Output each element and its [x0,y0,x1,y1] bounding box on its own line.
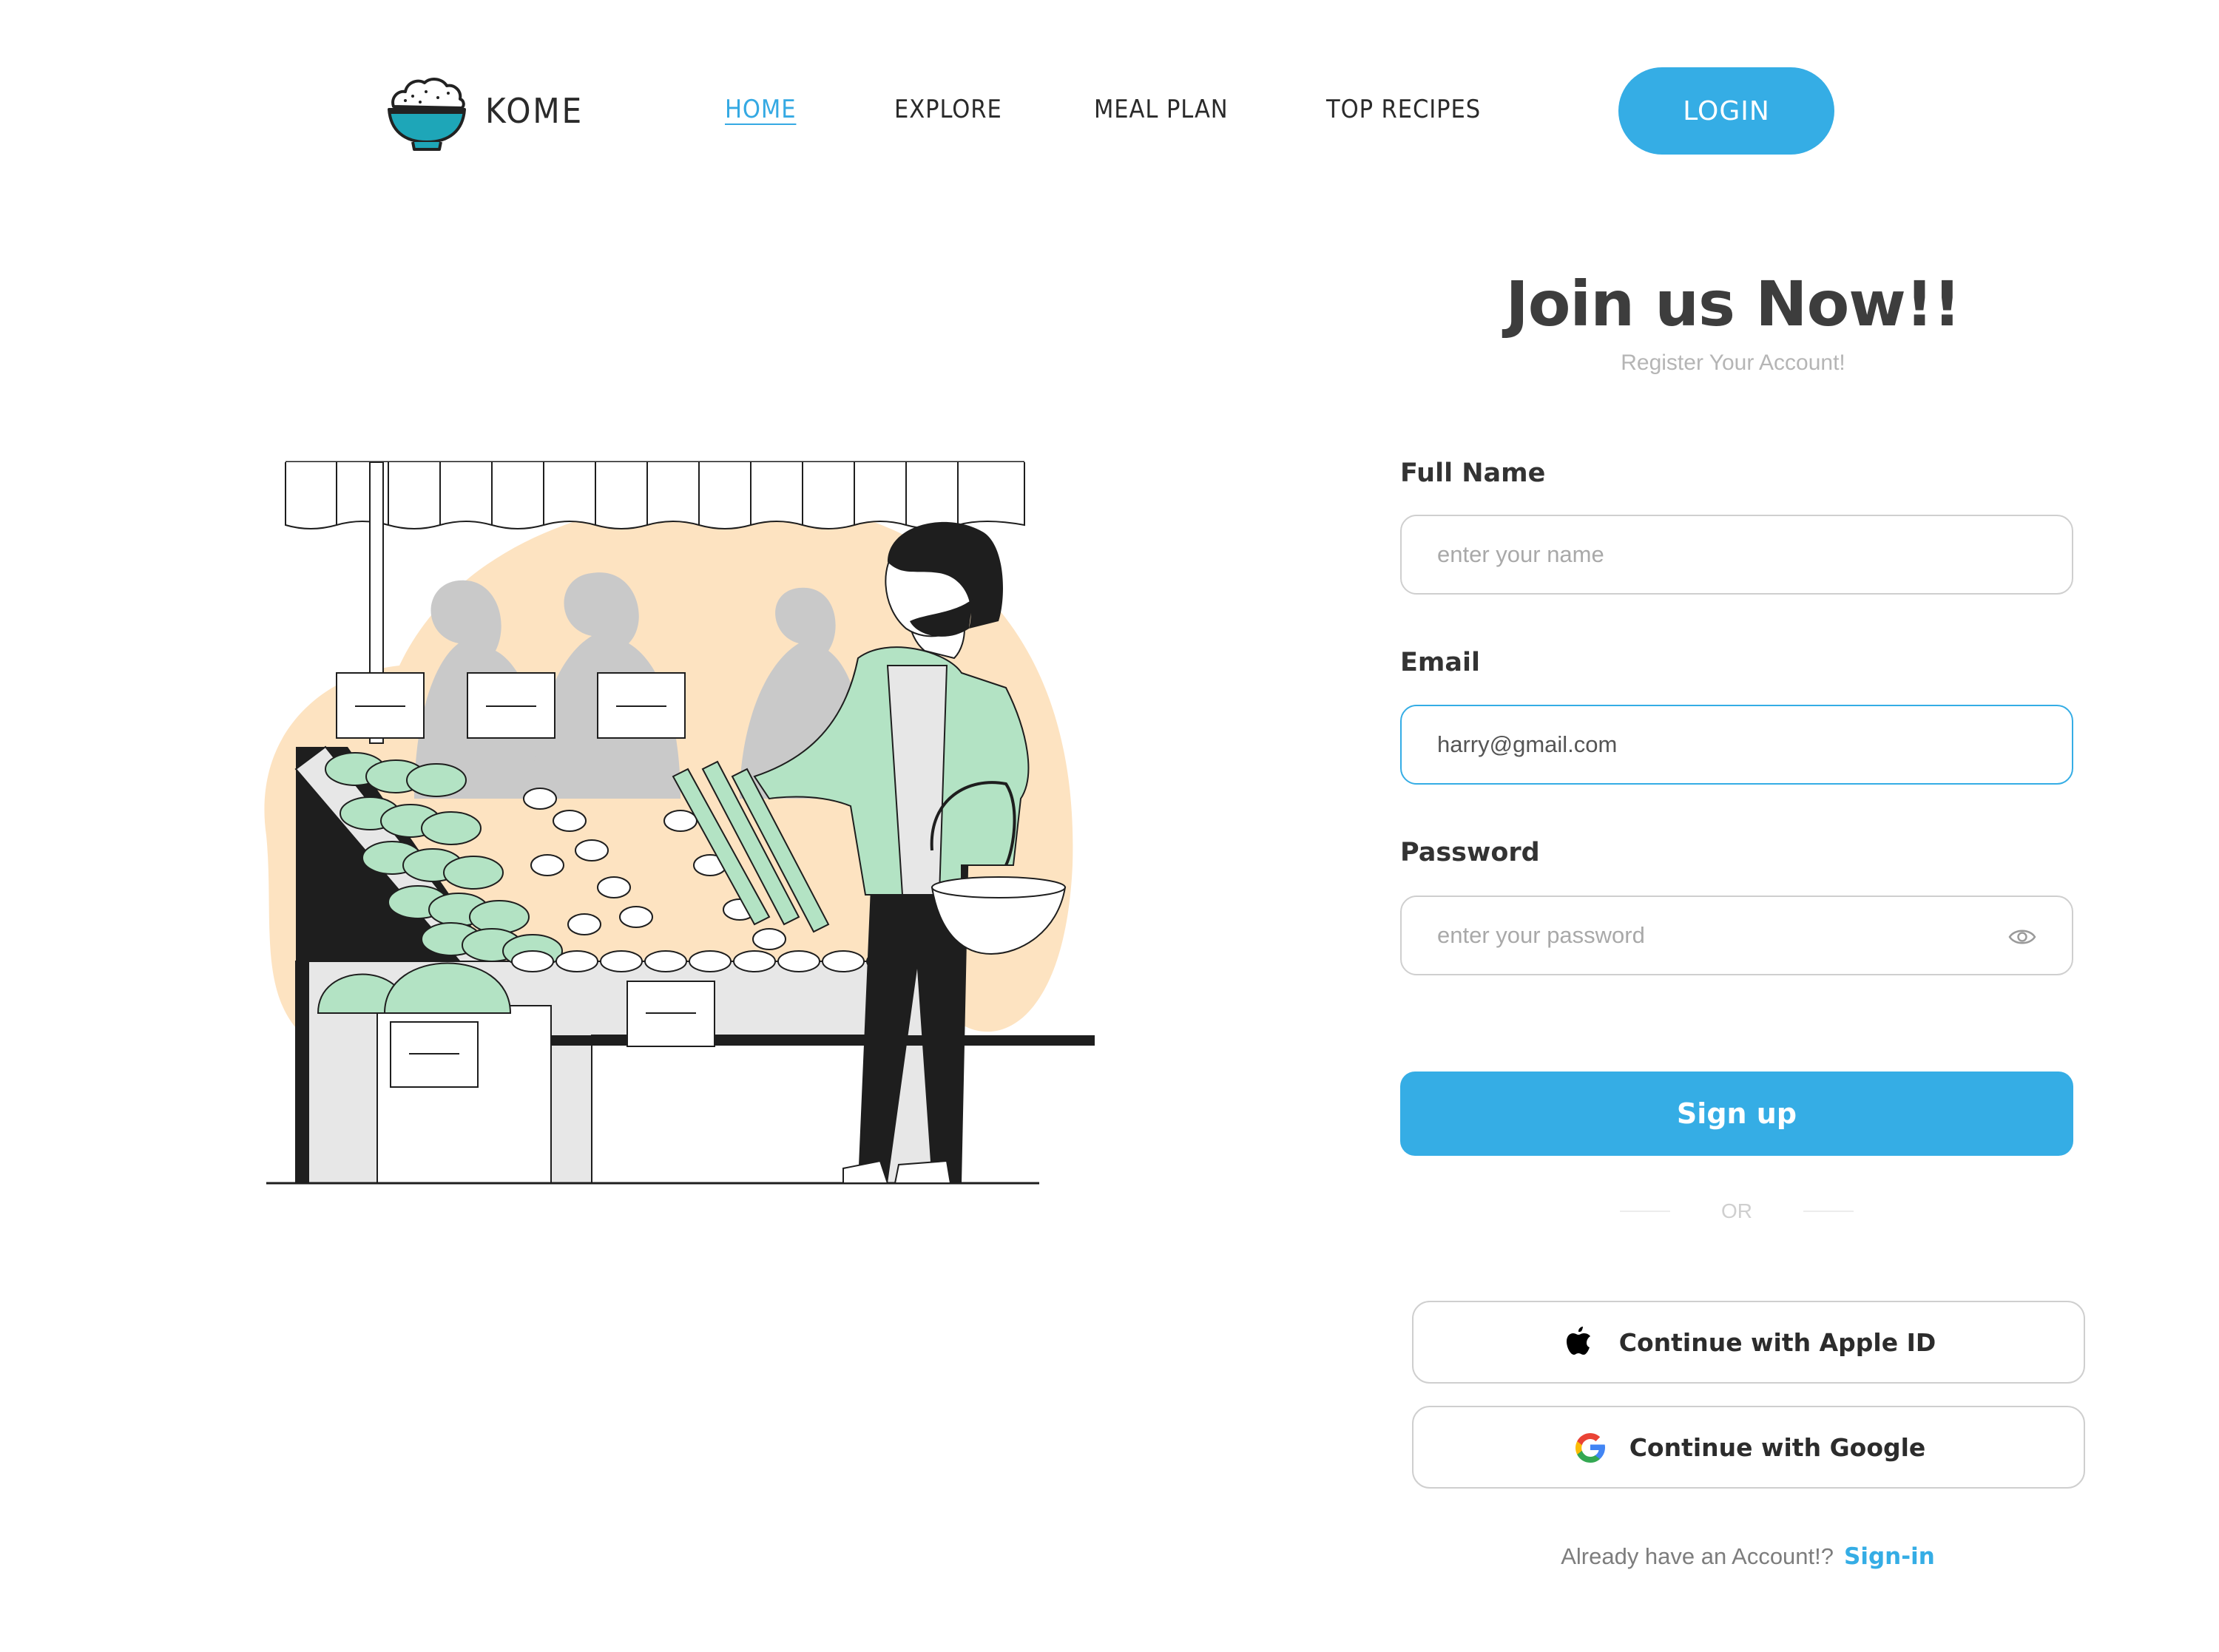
login-button[interactable]: LOGIN [1618,67,1834,155]
apple-icon [1566,1327,1590,1355]
sign-in-link[interactable]: Sign-in [1844,1543,1935,1570]
divider-label: OR [1721,1199,1752,1222]
brand-name: KOME [485,90,584,131]
apple-signin-label: Continue with Apple ID [1618,1327,1936,1357]
google-signin-label: Continue with Google [1629,1432,1926,1462]
signin-prompt-text: Already have an Account!? [1561,1543,1834,1569]
signin-prompt: Already have an Account!? Sign-in [1400,1543,2095,1570]
email-label: Email [1400,648,1480,677]
nav-meal-plan[interactable]: MEAL PLAN [1094,95,1229,124]
form-title: Join us Now!! [1505,268,1961,340]
form-subtitle: Register Your Account! [1621,351,1845,375]
eye-icon[interactable] [2007,922,2037,952]
or-divider: OR [1620,1196,1854,1226]
email-input[interactable] [1400,705,2073,785]
nav-explore[interactable]: EXPLORE [894,95,1002,124]
password-input[interactable] [1400,896,2073,975]
divider-line-right [1803,1211,1854,1212]
nav-top-recipes[interactable]: TOP RECIPES [1326,95,1481,124]
google-icon [1575,1433,1605,1463]
full-name-label: Full Name [1400,458,1546,488]
nav-home[interactable]: HOME [725,95,796,124]
sign-up-button[interactable]: Sign up [1400,1072,2073,1156]
full-name-input[interactable] [1400,515,2073,595]
divider-line-left [1620,1211,1670,1212]
google-signin-button[interactable]: Continue with Google [1412,1406,2085,1489]
apple-signin-button[interactable]: Continue with Apple ID [1412,1301,2085,1384]
market-shopper-illustration [264,461,1095,1185]
rice-bowl-icon [388,78,466,151]
brand-logo[interactable]: KOME [383,68,592,153]
password-label: Password [1400,838,1540,867]
